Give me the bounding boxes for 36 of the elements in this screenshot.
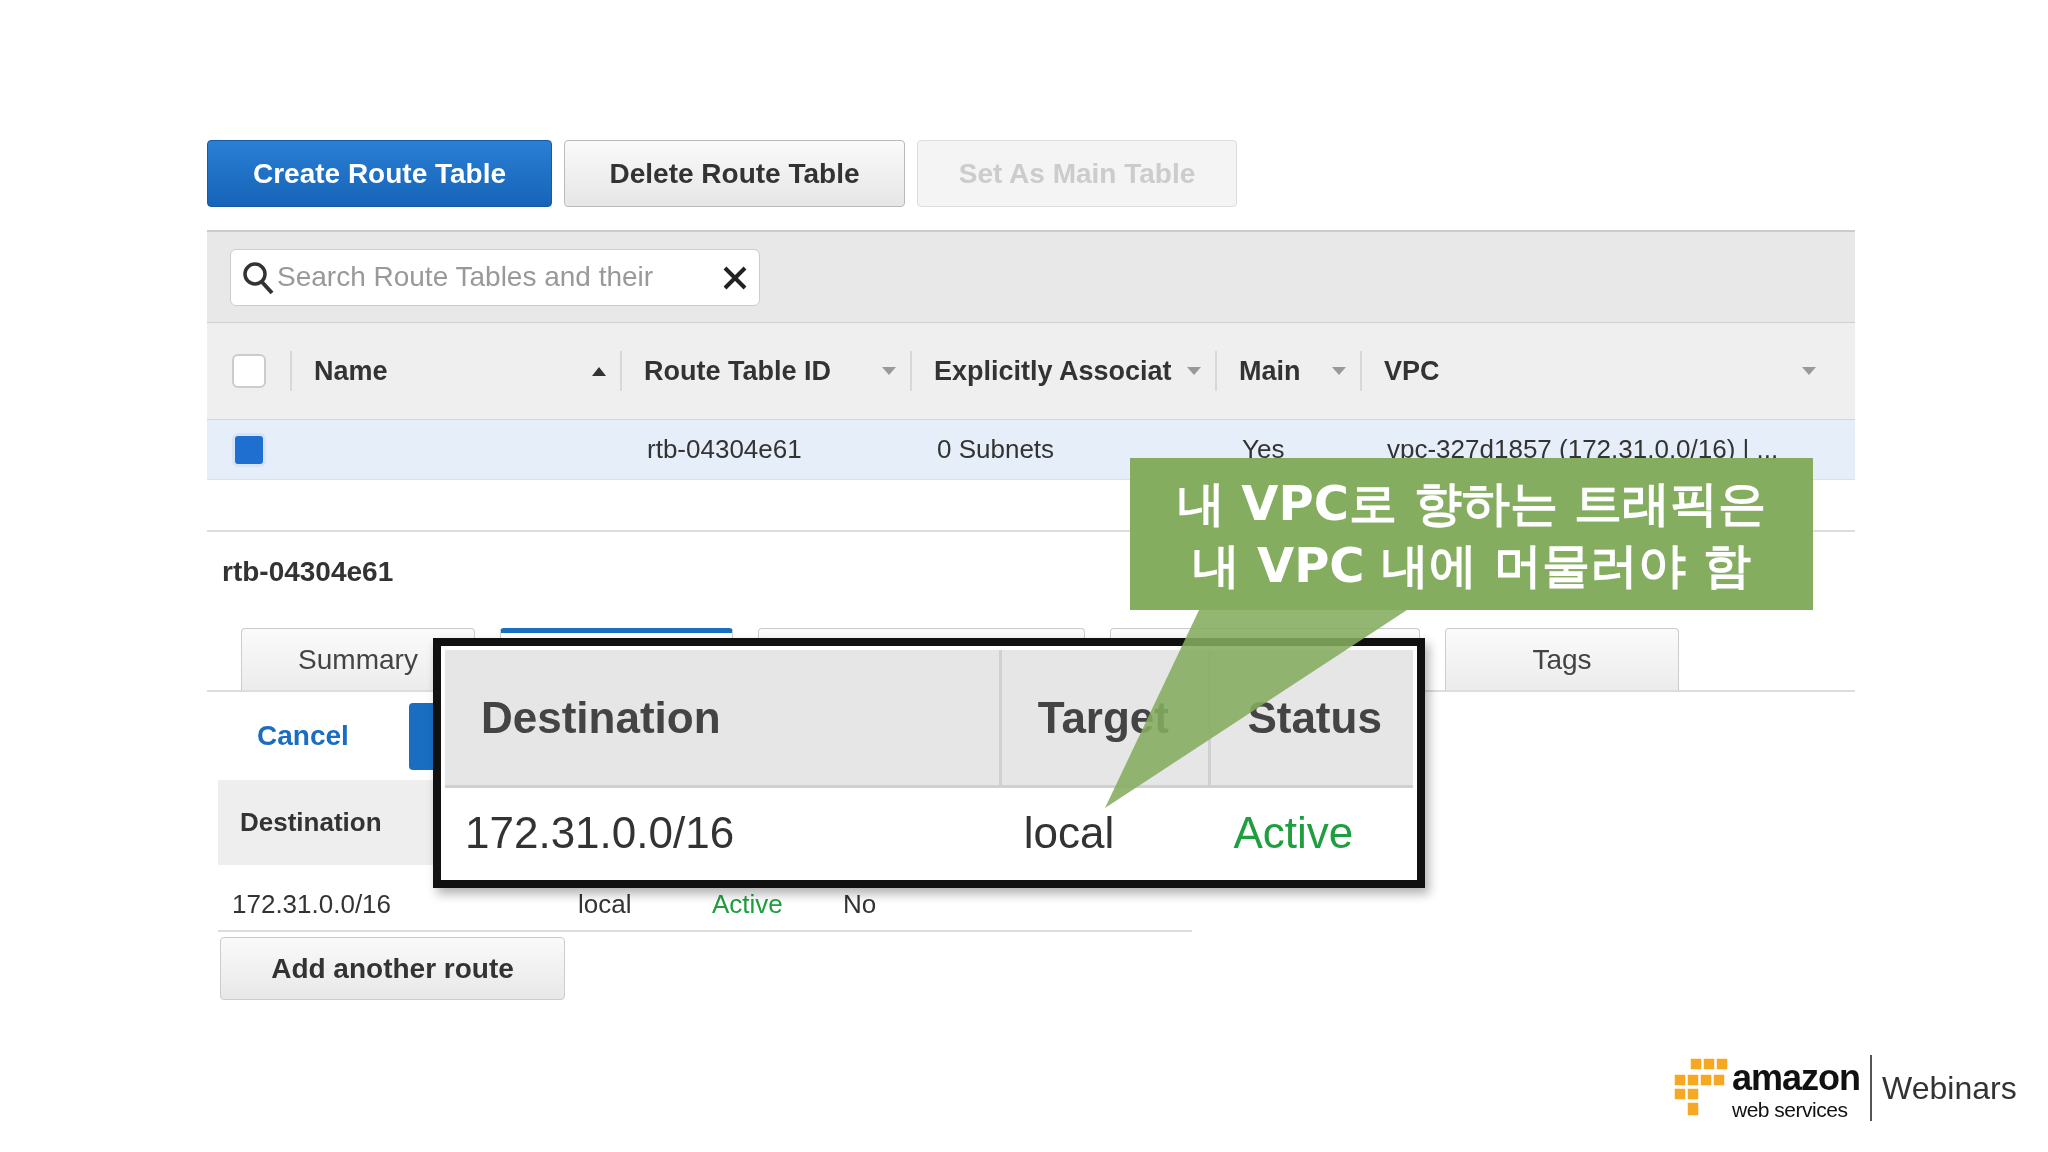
tab[interactable]: Tags: [1445, 628, 1679, 690]
column-header[interactable]: Explicitly Associat: [934, 355, 1172, 387]
status-text: Active: [1232, 808, 1355, 858]
select-all-checkbox[interactable]: [231, 354, 266, 388]
column-header[interactable]: VPC: [1384, 355, 1440, 387]
row-checkbox[interactable]: [231, 432, 266, 467]
table-cell-text: 172.31.0.0/16: [464, 808, 736, 858]
toolbar-button[interactable]: Create Route Table: [207, 140, 552, 207]
status-text: Active: [712, 889, 783, 920]
table-cell: local: [578, 889, 632, 920]
brand-label: Webinars: [1882, 1069, 2017, 1107]
dropdown-caret-icon[interactable]: [1332, 367, 1346, 375]
toolbar-button[interactable]: Delete Route Table: [564, 140, 905, 207]
dropdown-caret-icon[interactable]: [882, 367, 896, 375]
column-header[interactable]: Name: [314, 355, 388, 387]
table-cell: 0 Subnets: [937, 434, 1055, 464]
cancel-link[interactable]: Cancel: [257, 720, 349, 752]
table-cell-text: local: [1022, 808, 1116, 858]
dropdown-caret-icon[interactable]: [1802, 367, 1816, 375]
column-header: Destination: [240, 807, 382, 838]
column-header: Status: [1247, 692, 1382, 743]
sort-ascending-icon[interactable]: [592, 366, 606, 376]
column-header[interactable]: Route Table ID: [644, 355, 831, 387]
logo-subtitle: web services: [1732, 1098, 1849, 1120]
table-cell: Yes: [1242, 434, 1285, 464]
column-header[interactable]: Main: [1239, 355, 1301, 387]
table-cell: No: [843, 889, 877, 920]
logo-wordmark: amazon: [1732, 1056, 1861, 1099]
details-title: rtb-04304e61: [222, 556, 394, 588]
dropdown-caret-icon[interactable]: [1187, 367, 1201, 375]
add-route-button[interactable]: Add another route: [220, 937, 565, 1000]
table-cell: 172.31.0.0/16: [232, 889, 392, 920]
column-header: Destination: [481, 692, 721, 743]
search-field[interactable]: Search Route Tables and their: [230, 248, 760, 306]
clear-icon[interactable]: [722, 264, 748, 291]
table-cell: rtb-04304e61: [647, 434, 802, 464]
